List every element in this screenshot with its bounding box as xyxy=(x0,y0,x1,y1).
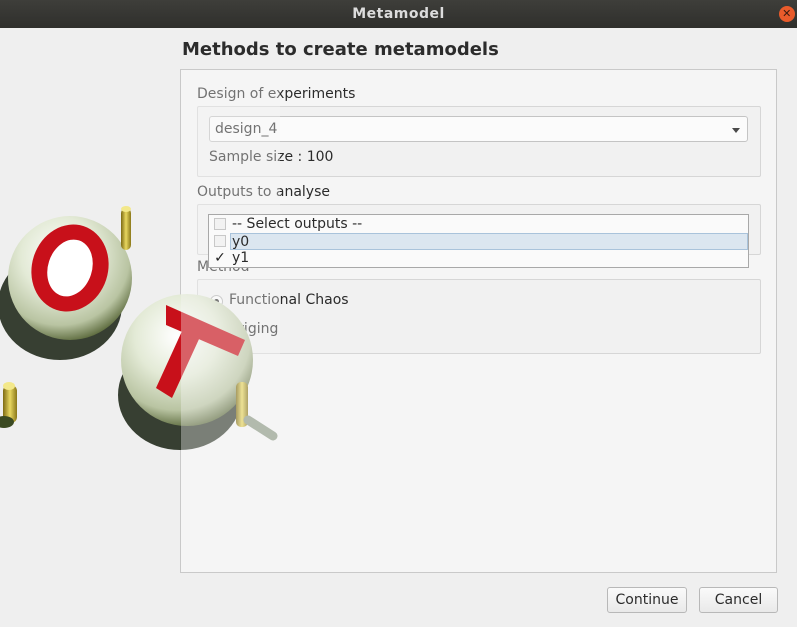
list-item-hover[interactable]: y0 xyxy=(230,233,748,250)
rod-left xyxy=(0,382,17,428)
outputs-dropdown-list[interactable]: -- Select outputs -- y0 ✓ y1 xyxy=(208,214,749,268)
continue-button[interactable]: Continue xyxy=(607,587,687,613)
list-item-label: -- Select outputs -- xyxy=(232,216,363,232)
checkbox-icon xyxy=(214,218,226,230)
doe-combobox[interactable]: design_4 xyxy=(209,116,748,142)
checkbox-icon xyxy=(214,235,226,247)
cancel-button[interactable]: Cancel xyxy=(699,587,778,613)
list-item[interactable]: ✓ y1 xyxy=(209,250,748,267)
close-icon[interactable]: ✕ xyxy=(779,6,795,22)
checkmark-icon: ✓ xyxy=(214,250,226,266)
page-title: Methods to create metamodels xyxy=(182,39,499,60)
method-group xyxy=(197,279,761,354)
window-title: Metamodel xyxy=(352,6,445,22)
window-titlebar: Metamodel ✕ xyxy=(0,0,797,28)
list-item[interactable]: -- Select outputs -- xyxy=(209,216,748,233)
chevron-down-icon xyxy=(732,128,740,133)
sphere-o xyxy=(0,206,132,360)
list-item-label: y0 xyxy=(232,234,250,250)
list-item-label: y1 xyxy=(232,250,250,266)
